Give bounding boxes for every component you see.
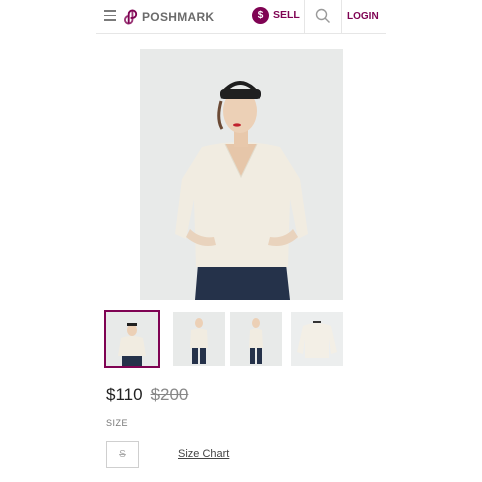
header-divider	[341, 0, 342, 34]
thumbnail-3[interactable]	[230, 312, 282, 366]
model-photo	[140, 49, 343, 300]
thumbnail-4[interactable]	[291, 312, 343, 366]
size-option[interactable]: S	[106, 441, 139, 468]
sell-badge-icon: $	[252, 6, 269, 24]
size-heading: SIZE	[106, 418, 129, 428]
thumbnail-strip	[104, 310, 356, 368]
original-price: $200	[150, 385, 189, 404]
listing-page: POSHMARK $ SELL LOGIN $110 $200 SIZE S S…	[96, 0, 386, 482]
current-price: $110	[106, 385, 143, 404]
brand-name: POSHMARK	[142, 10, 215, 24]
top-navbar: POSHMARK $ SELL LOGIN	[96, 0, 386, 34]
poshmark-logo[interactable]: POSHMARK	[124, 8, 214, 26]
thumbnail-1[interactable]	[104, 310, 160, 368]
poshmark-logo-icon	[124, 9, 138, 25]
price-row: $110 $200	[106, 385, 188, 405]
hamburger-menu-icon[interactable]	[104, 10, 116, 21]
sell-label: SELL	[273, 9, 300, 21]
thumbnail-2[interactable]	[173, 312, 225, 366]
sell-button[interactable]: $ SELL	[252, 6, 300, 24]
size-chart-link[interactable]: Size Chart	[178, 448, 229, 460]
header-divider	[304, 0, 305, 34]
login-link[interactable]: LOGIN	[347, 11, 379, 22]
main-product-image[interactable]	[140, 49, 343, 300]
search-icon[interactable]	[314, 7, 332, 25]
